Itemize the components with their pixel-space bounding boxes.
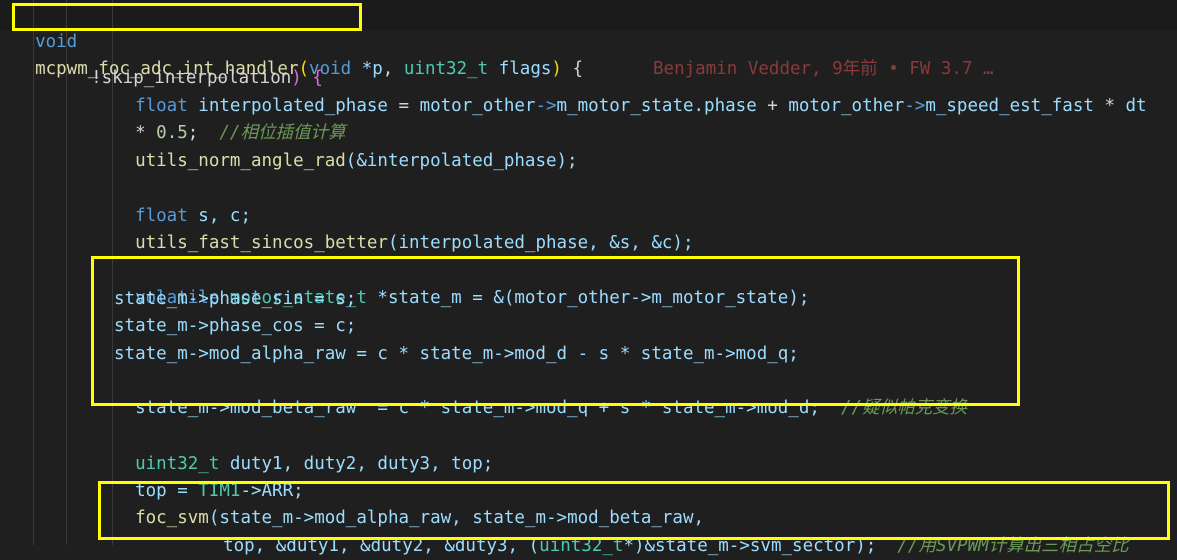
code-line[interactable]: * 0.5; //相位插值计算 [114,93,345,143]
variable: .phase [693,96,757,116]
code-line[interactable]: uint32_t duty1, duty2, duty3, top; [114,424,493,474]
code-line[interactable]: utils_norm_angle_rad(&interpolated_phase… [114,121,578,171]
arrow-operator: -> [904,96,926,116]
arguments: (interpolated_phase, &s, &c); [387,233,694,253]
code-line[interactable]: top = TIM1->ARR; [114,451,304,501]
variable: m_speed_est_fast [925,96,1094,116]
variable: m_motor_state [556,96,694,116]
code-line[interactable]: utils_fast_sincos_better(interpolated_ph… [114,203,693,253]
arguments: (&interpolated_phase); [345,151,578,171]
operator: = [387,96,420,116]
code-line[interactable]: !skip_interpolation) { [70,38,323,88]
code-line[interactable]: float s, c; [114,176,251,226]
operator: * [1093,96,1126,116]
function-call: utils_fast_sincos_better [135,233,388,253]
operator: + [756,96,789,116]
variable: motor_other [788,96,905,116]
arrow-operator: -> [535,96,557,116]
highlight-box-function [12,3,362,31]
function-call: utils_norm_angle_rad [135,151,346,171]
variable: motor_other [419,96,536,116]
code-line[interactable]: float interpolated_phase = motor_other->… [114,66,1147,116]
highlight-box-svm [98,481,1170,540]
variable: dt [1125,96,1147,116]
highlight-box-park-transform [91,256,1020,406]
